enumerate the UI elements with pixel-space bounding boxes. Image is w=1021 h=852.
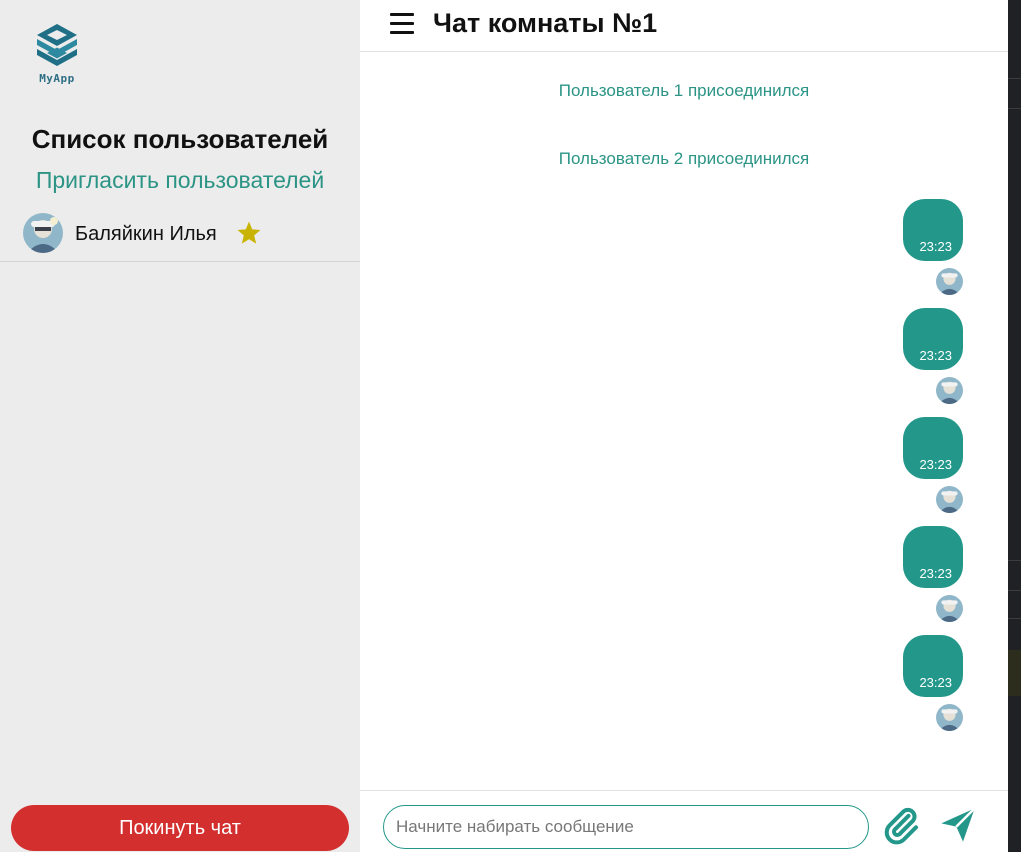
system-message: Пользователь 1 присоединился	[558, 81, 810, 100]
chat-title: Чат комнаты №1	[433, 8, 658, 38]
avatar	[936, 704, 963, 731]
message-time: 23:23	[919, 566, 952, 581]
user-list-title: Список пользователей	[31, 124, 329, 154]
paperclip-icon[interactable]	[881, 805, 921, 845]
avatar	[936, 268, 963, 295]
message-bubble[interactable]: 23:23	[903, 308, 963, 370]
system-message: Пользователь 2 присоединился	[558, 149, 810, 168]
hamburger-menu-icon[interactable]	[388, 10, 416, 38]
logo-icon	[37, 24, 77, 66]
leave-chat-button[interactable]: Покинуть чат	[11, 805, 349, 851]
star-icon	[237, 221, 261, 244]
message-time: 23:23	[919, 348, 952, 363]
send-icon[interactable]	[936, 805, 980, 845]
app-logo[interactable]: MyApp	[30, 22, 84, 92]
message-composer	[360, 790, 1008, 852]
message-time: 23:23	[919, 457, 952, 472]
invite-users-link[interactable]: Пригласить пользователей	[0, 167, 360, 194]
message-input[interactable]	[383, 805, 869, 849]
logo-text: MyApp	[39, 72, 75, 85]
chat-panel: Чат комнаты №1 Пользователь 1 присоедини…	[360, 0, 1008, 852]
message-bubble[interactable]: 23:23	[903, 635, 963, 697]
avatar	[936, 486, 963, 513]
chat-header: Чат комнаты №1	[360, 0, 1008, 52]
avatar	[23, 213, 63, 253]
avatar	[936, 377, 963, 404]
user-list-item[interactable]: Баляйкин Илья	[0, 208, 360, 262]
user-name: Баляйкин Илья	[75, 223, 217, 245]
message-time: 23:23	[919, 675, 952, 690]
message-bubble[interactable]: 23:23	[903, 417, 963, 479]
message-bubble[interactable]: 23:23	[903, 199, 963, 261]
avatar	[936, 595, 963, 622]
devtools-panel-edge	[1008, 0, 1021, 852]
users-sidebar: MyApp Список пользователей Пригласить по…	[0, 0, 360, 852]
message-time: 23:23	[919, 239, 952, 254]
message-bubble[interactable]: 23:23	[903, 526, 963, 588]
